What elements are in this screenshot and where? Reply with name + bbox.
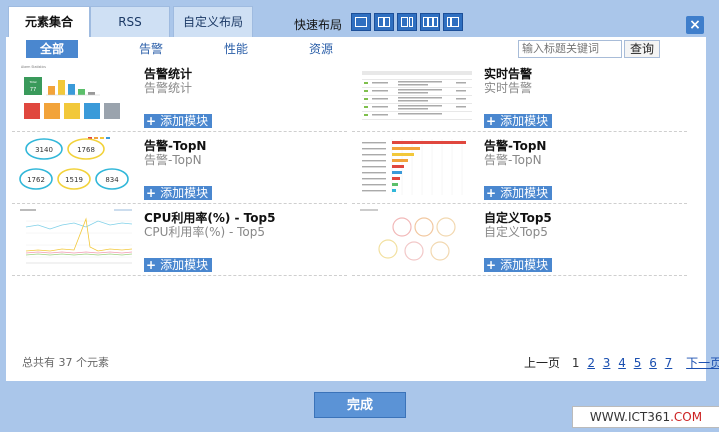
list-item: 实时告警 实时告警 + 添加模块	[352, 63, 687, 132]
layout-1col-icon[interactable]	[351, 13, 371, 31]
add-module-button[interactable]: + 添加模块	[484, 186, 553, 200]
cpu-top5-thumbnail	[20, 209, 133, 264]
tab-rss[interactable]: RSS	[90, 6, 170, 37]
add-module-label: 添加模块	[160, 186, 209, 200]
add-module-label: 添加模块	[500, 258, 549, 272]
svg-text:1519: 1519	[65, 176, 83, 184]
next-page-link[interactable]: 下一页	[686, 356, 719, 370]
add-module-label: 添加模块	[160, 258, 209, 272]
add-module-label: 添加模块	[500, 114, 549, 128]
search-input[interactable]	[518, 40, 622, 58]
plus-icon: +	[486, 186, 497, 200]
list-item: 3140 1768 1762 1519 834 告警-TopN 告警-TopN …	[12, 135, 347, 204]
svg-text:3140: 3140	[35, 146, 53, 154]
add-module-button[interactable]: + 添加模块	[484, 258, 553, 272]
plus-icon: +	[146, 258, 157, 272]
item-subtitle: CPU利用率(%) - Top5	[144, 225, 266, 239]
add-module-button[interactable]: + 添加模块	[144, 258, 213, 272]
pagination: 上一页 1 2 3 4 5 6 7 下一页	[524, 354, 719, 371]
prev-page-link[interactable]: 上一页	[524, 356, 560, 370]
item-subtitle: 告警-TopN	[484, 153, 542, 167]
category-performance[interactable]: 性能	[211, 40, 261, 58]
page-link[interactable]: 5	[634, 356, 642, 370]
svg-text:Alarm Statistics: Alarm Statistics	[21, 65, 46, 69]
search-button[interactable]: 查询	[624, 40, 660, 58]
svg-text:1762: 1762	[27, 176, 45, 184]
element-panel: 全部 告警 性能 资源 查询 Alarm Statistics Total 77	[6, 37, 719, 381]
custom-top5-thumbnail	[360, 209, 456, 261]
page-link[interactable]: 4	[618, 356, 626, 370]
quick-layout-label: 快速布局	[294, 18, 343, 32]
alarm-stats-thumbnail: Alarm Statistics Total 77	[21, 65, 120, 119]
list-item: Alarm Statistics Total 77 告警统计 告警统计 + 添加模…	[12, 63, 347, 132]
add-module-button[interactable]: + 添加模块	[484, 114, 553, 128]
category-alarm[interactable]: 告警	[126, 40, 176, 58]
svg-text:1768: 1768	[77, 146, 95, 154]
list-item: 自定义Top5 自定义Top5 + 添加模块	[352, 207, 687, 276]
svg-text:Total: Total	[28, 80, 36, 84]
item-subtitle: 实时告警	[484, 81, 533, 95]
add-module-label: 添加模块	[160, 114, 209, 128]
close-icon[interactable]: ×	[686, 16, 704, 34]
watermark-suffix: .COM	[670, 410, 703, 424]
layout-2col-icon[interactable]	[374, 13, 394, 31]
realtime-alarm-thumbnail	[362, 71, 472, 120]
page-link[interactable]: 6	[649, 356, 657, 370]
plus-icon: +	[486, 114, 497, 128]
layout-2col-alt-icon[interactable]	[397, 13, 417, 31]
plus-icon: +	[146, 186, 157, 200]
tab-label: 元素集合	[24, 15, 73, 29]
total-count: 总共有 37 个元素	[22, 356, 109, 369]
category-bar: 全部 告警 性能 资源	[26, 40, 366, 58]
svg-text:77: 77	[30, 87, 36, 93]
category-all[interactable]: 全部	[26, 40, 78, 58]
tab-elements[interactable]: 元素集合	[8, 6, 90, 39]
item-subtitle: 告警-TopN	[144, 153, 202, 167]
plus-icon: +	[486, 258, 497, 272]
category-resource[interactable]: 资源	[296, 40, 346, 58]
page-link[interactable]: 7	[665, 356, 673, 370]
layout-2col-right-icon[interactable]	[443, 13, 463, 31]
tab-label: 自定义布局	[182, 15, 243, 29]
page-link[interactable]: 3	[603, 356, 611, 370]
svg-text:834: 834	[105, 176, 119, 184]
add-module-button[interactable]: + 添加模块	[144, 114, 213, 128]
item-subtitle: 告警统计	[144, 81, 193, 95]
add-module-button[interactable]: + 添加模块	[144, 186, 213, 200]
current-page: 1	[571, 356, 580, 370]
list-item: 告警-TopN 告警-TopN + 添加模块	[352, 135, 687, 204]
done-button[interactable]: 完成	[314, 392, 406, 418]
plus-icon: +	[146, 114, 157, 128]
tab-custom-layout[interactable]: 自定义布局	[173, 6, 253, 37]
tab-label: RSS	[118, 15, 142, 29]
alarm-topn-bars-thumbnail	[362, 139, 466, 195]
item-subtitle: 自定义Top5	[484, 225, 548, 239]
list-item: CPU利用率(%) - Top5 CPU利用率(%) - Top5 + 添加模块	[12, 207, 347, 276]
watermark: WWW.ICT361.COM	[572, 406, 719, 428]
layout-3col-icon[interactable]	[420, 13, 440, 31]
watermark-prefix: WWW.ICT361	[589, 410, 671, 424]
dialog-frame: 元素集合 RSS 自定义布局 快速布局 × 全部 告警 性能 资源 查询 Ala…	[0, 0, 719, 432]
page-link[interactable]: 2	[587, 356, 595, 370]
add-module-label: 添加模块	[500, 186, 549, 200]
alarm-topn-circles-thumbnail: 3140 1768 1762 1519 834	[19, 137, 129, 190]
